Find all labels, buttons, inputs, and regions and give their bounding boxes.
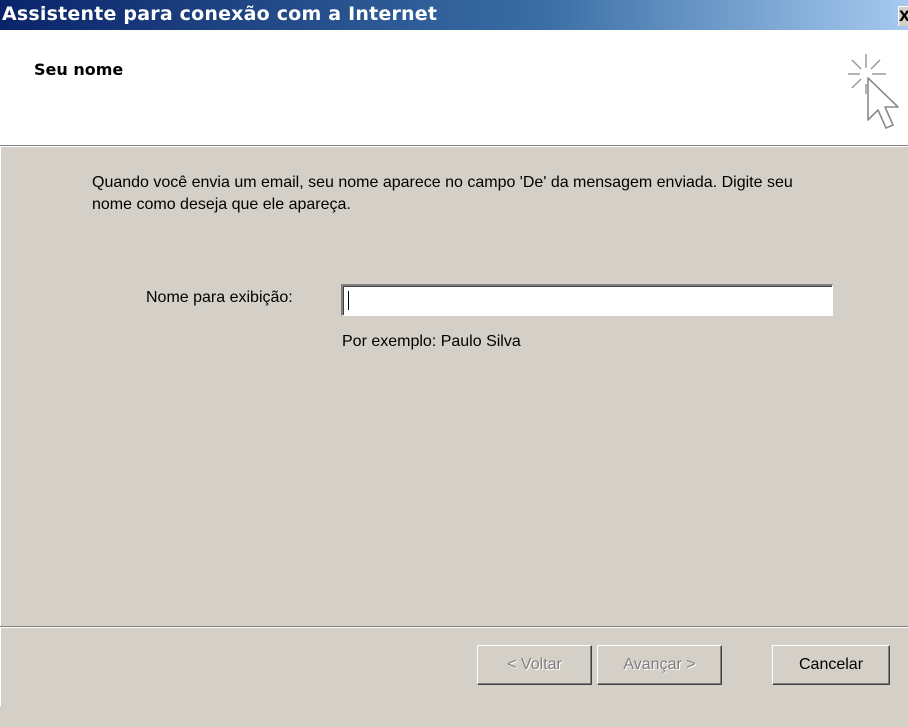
wizard-window: Assistente para conexão com a Internet X… bbox=[0, 0, 908, 727]
wizard-header bbox=[0, 30, 908, 146]
display-name-example: Por exemplo: Paulo Silva bbox=[342, 333, 521, 350]
page-title: Seu nome bbox=[34, 60, 124, 79]
footer-separator bbox=[0, 626, 908, 628]
next-button[interactable]: Avançar > bbox=[597, 645, 722, 685]
display-name-input[interactable] bbox=[341, 284, 833, 316]
wizard-cursor-icon bbox=[848, 54, 899, 129]
close-icon: X bbox=[899, 9, 908, 25]
text-caret bbox=[348, 291, 349, 310]
instructions-text: Quando você envia um email, seu nome apa… bbox=[92, 174, 793, 213]
display-name-label: Nome para exibição: bbox=[146, 289, 293, 306]
window-title: Assistente para conexão com a Internet bbox=[2, 3, 438, 25]
title-bar[interactable]: Assistente para conexão com a Internet X bbox=[0, 0, 908, 30]
dialog-edge bbox=[0, 146, 3, 706]
close-button[interactable]: X bbox=[898, 6, 908, 26]
back-button[interactable]: < Voltar bbox=[477, 645, 592, 685]
cancel-button[interactable]: Cancelar bbox=[772, 645, 890, 685]
